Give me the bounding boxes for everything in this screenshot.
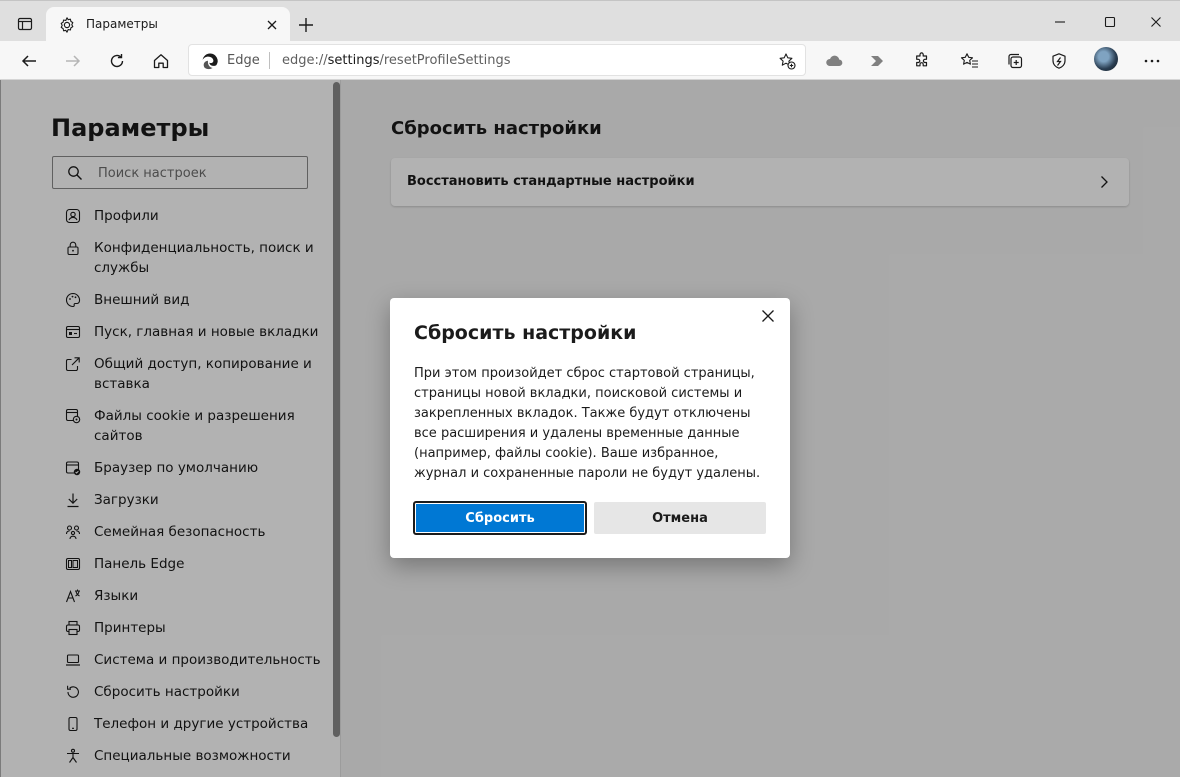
- cancel-button[interactable]: Отмена: [594, 502, 766, 534]
- profile-avatar[interactable]: [1094, 47, 1118, 71]
- dialog-title: Сбросить настройки: [414, 322, 637, 344]
- tab-settings[interactable]: Параметры: [46, 7, 290, 42]
- back-icon[interactable]: [17, 49, 41, 73]
- cloud-icon[interactable]: [822, 49, 846, 73]
- toolbar: Edge edge://settings/resetProfileSetting…: [0, 41, 1180, 80]
- forward-icon[interactable]: [61, 49, 85, 73]
- collections-icon[interactable]: [1003, 49, 1027, 73]
- edge-logo-icon: [201, 52, 219, 70]
- maximize-icon[interactable]: [1098, 11, 1122, 33]
- minimize-icon[interactable]: [1048, 11, 1072, 33]
- title-bar: Параметры: [0, 0, 1180, 42]
- address-separator: [269, 52, 270, 69]
- address-bar[interactable]: Edge edge://settings/resetProfileSetting…: [188, 44, 806, 76]
- site-identity-label: Edge: [227, 53, 260, 68]
- browser-essentials-icon[interactable]: [1047, 49, 1071, 73]
- refresh-icon[interactable]: [105, 49, 129, 73]
- url-text[interactable]: edge://settings/resetProfileSettings: [282, 53, 511, 68]
- add-favorite-icon[interactable]: [777, 51, 797, 71]
- tab-actions-icon[interactable]: [14, 13, 36, 35]
- close-window-icon[interactable]: [1144, 11, 1168, 33]
- home-icon[interactable]: [149, 49, 173, 73]
- reset-dialog: Сбросить настройки При этом произойдет с…: [390, 298, 790, 558]
- dialog-message: При этом произойдет сброс стартовой стра…: [414, 366, 761, 481]
- tab-title: Параметры: [86, 17, 158, 31]
- favorites-icon[interactable]: [958, 49, 982, 73]
- close-tab-icon[interactable]: [264, 17, 280, 33]
- more-options-icon[interactable]: [1140, 49, 1164, 73]
- new-tab-icon[interactable]: [296, 15, 316, 35]
- extension-arrow-icon[interactable]: [866, 49, 890, 73]
- extensions-icon[interactable]: [910, 49, 934, 73]
- close-dialog-icon[interactable]: [758, 306, 778, 326]
- gear-icon: [58, 16, 76, 34]
- reset-button[interactable]: Сбросить: [413, 501, 587, 535]
